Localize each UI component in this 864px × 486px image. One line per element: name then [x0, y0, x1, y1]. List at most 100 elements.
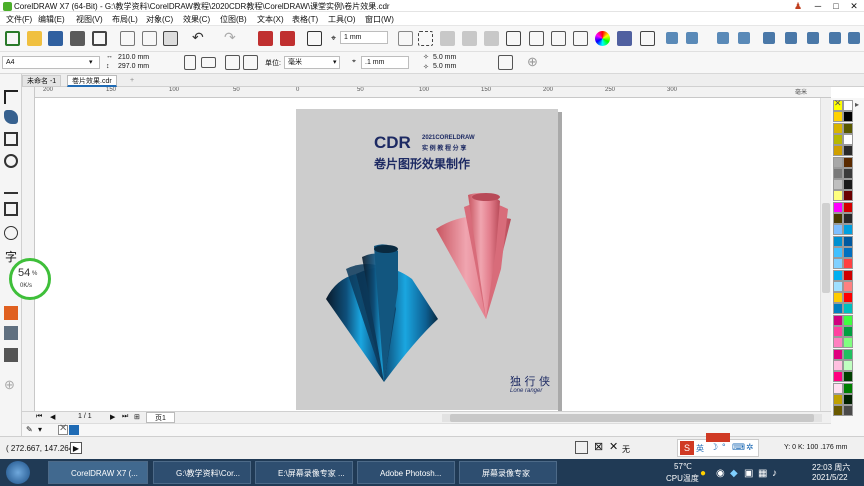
add-tab-button[interactable]: + — [126, 75, 138, 87]
portrait-icon[interactable] — [184, 55, 196, 70]
ellipse-tool-icon[interactable] — [4, 226, 18, 240]
open-folder-icon[interactable] — [27, 31, 42, 46]
horizontal-scrollbar[interactable] — [442, 414, 822, 422]
palette-swatch[interactable] — [833, 246, 843, 258]
palette-swatch[interactable] — [833, 382, 843, 394]
page-height-input[interactable]: 297.0 mm — [115, 61, 173, 74]
export-icon[interactable] — [280, 31, 295, 46]
duplicate-y-input[interactable]: 5.0 mm — [430, 61, 476, 74]
ime-keyboard-icon[interactable]: ⌨ — [732, 442, 745, 453]
palette-swatch[interactable] — [843, 111, 853, 123]
copy-icon[interactable] — [142, 31, 157, 46]
mirror-icon[interactable] — [763, 32, 775, 44]
menu-item[interactable]: 文本(X) — [257, 14, 284, 25]
save-icon[interactable] — [48, 31, 63, 46]
prev-page-icon[interactable]: ◀ — [50, 413, 55, 421]
palette-swatch[interactable] — [833, 337, 843, 349]
landscape-icon[interactable] — [201, 57, 216, 68]
palette-swatch[interactable] — [843, 246, 853, 258]
palette-swatch[interactable] — [843, 224, 853, 236]
page-options-icon[interactable] — [498, 55, 513, 70]
extrude-tool-icon[interactable] — [4, 326, 18, 340]
taskbar-item-recorder[interactable]: 屏幕录像专家 — [459, 461, 557, 484]
no-color-swatch[interactable]: ✕ — [58, 423, 68, 435]
minimize-button[interactable]: ─ — [808, 0, 828, 12]
page-tab[interactable]: 页1 — [146, 412, 175, 423]
new-document-icon[interactable] — [5, 31, 20, 46]
volume-icon[interactable]: ♪ — [772, 468, 777, 479]
palette-swatch[interactable] — [843, 258, 853, 270]
palette-swatch[interactable] — [843, 133, 853, 145]
palette-swatch[interactable] — [843, 314, 853, 326]
palette-swatch[interactable] — [843, 393, 853, 405]
palette-swatch[interactable] — [833, 326, 843, 337]
palette-swatch[interactable] — [833, 405, 843, 417]
pick-tool-icon[interactable] — [4, 90, 18, 104]
palette-swatch[interactable] — [833, 359, 843, 371]
doc-color-swatch[interactable] — [69, 425, 79, 435]
cut-icon[interactable] — [120, 31, 135, 46]
tray-icon[interactable]: ● — [700, 468, 706, 479]
combine-icon[interactable] — [848, 32, 860, 44]
print-icon[interactable] — [92, 31, 107, 46]
import-icon[interactable] — [258, 31, 273, 46]
object-manager-icon[interactable] — [617, 31, 632, 46]
arrange-icon[interactable] — [785, 32, 797, 44]
palette-swatch[interactable] — [833, 156, 843, 168]
page-size-select[interactable]: A4 — [2, 56, 100, 69]
ime-moon-icon[interactable]: ☽ — [710, 442, 718, 453]
menu-item[interactable]: 窗口(W) — [365, 14, 394, 25]
close-button[interactable]: ✕ — [844, 0, 864, 12]
grid-icon[interactable] — [440, 31, 455, 46]
palette-swatch[interactable] — [843, 382, 853, 394]
palette-swatch[interactable] — [833, 145, 843, 157]
palette-swatch[interactable] — [833, 348, 843, 360]
zoom-tool-icon[interactable] — [4, 154, 18, 168]
screen-preview-icon[interactable] — [575, 441, 588, 454]
palette-swatch[interactable] — [843, 235, 853, 247]
freehand-tool-icon[interactable] — [4, 180, 18, 194]
shape-tool-icon[interactable] — [4, 110, 18, 124]
nudge-distance-input[interactable]: .1 mm — [361, 56, 409, 69]
app-launcher-icon[interactable] — [666, 32, 678, 44]
redo-icon[interactable]: ↷ — [224, 29, 236, 46]
taskbar-item-folder-e[interactable]: E:\屏幕录像专家 ... — [255, 461, 353, 484]
vertical-scroll-thumb[interactable] — [822, 203, 830, 293]
palette-swatch[interactable] — [833, 292, 843, 304]
palette-swatch[interactable] — [833, 122, 843, 134]
welcome-icon[interactable] — [686, 32, 698, 44]
tray-icon[interactable]: ◉ — [716, 468, 725, 479]
palette-swatch[interactable] — [833, 303, 843, 315]
menu-item[interactable]: 位图(B) — [220, 14, 247, 25]
crop-tool-icon[interactable] — [4, 132, 18, 146]
palette-swatch[interactable] — [843, 359, 853, 371]
sogou-ime-icon[interactable]: S — [680, 441, 694, 455]
next-page-icon[interactable]: ▶ — [110, 413, 115, 421]
palette-swatch[interactable] — [833, 190, 843, 202]
palette-swatch[interactable] — [833, 235, 843, 247]
guides-icon[interactable] — [462, 31, 477, 46]
corel-connect-icon[interactable] — [717, 32, 729, 44]
palette-swatch[interactable] — [833, 167, 843, 179]
palette-swatch[interactable] — [843, 280, 853, 292]
convert-icon[interactable] — [640, 31, 655, 46]
first-page-icon[interactable]: ⏮ — [36, 413, 42, 421]
snap-icon[interactable] — [398, 31, 413, 46]
menu-item[interactable]: 表格(T) — [292, 14, 318, 25]
vertical-scrollbar[interactable] — [820, 98, 831, 411]
horizontal-scroll-thumb[interactable] — [450, 414, 814, 422]
palette-swatch[interactable] — [833, 224, 843, 236]
palette-swatch[interactable] — [843, 100, 853, 111]
last-page-icon[interactable]: ⏭ — [122, 413, 128, 421]
palette-scroll-icon[interactable]: ▸ — [855, 100, 859, 109]
palette-swatch[interactable] — [843, 269, 853, 281]
paste-icon[interactable] — [163, 31, 178, 46]
palette-swatch[interactable] — [833, 393, 843, 405]
tray-icon[interactable]: ◆ — [730, 468, 738, 479]
ungroup-icon[interactable] — [829, 32, 841, 44]
palette-swatch[interactable] — [833, 201, 843, 213]
palette-swatch[interactable] — [833, 280, 843, 292]
tab-untitled[interactable]: 未命名 -1 — [22, 75, 62, 87]
palette-swatch[interactable] — [843, 167, 853, 179]
user-icon[interactable]: ♟ — [788, 0, 808, 12]
